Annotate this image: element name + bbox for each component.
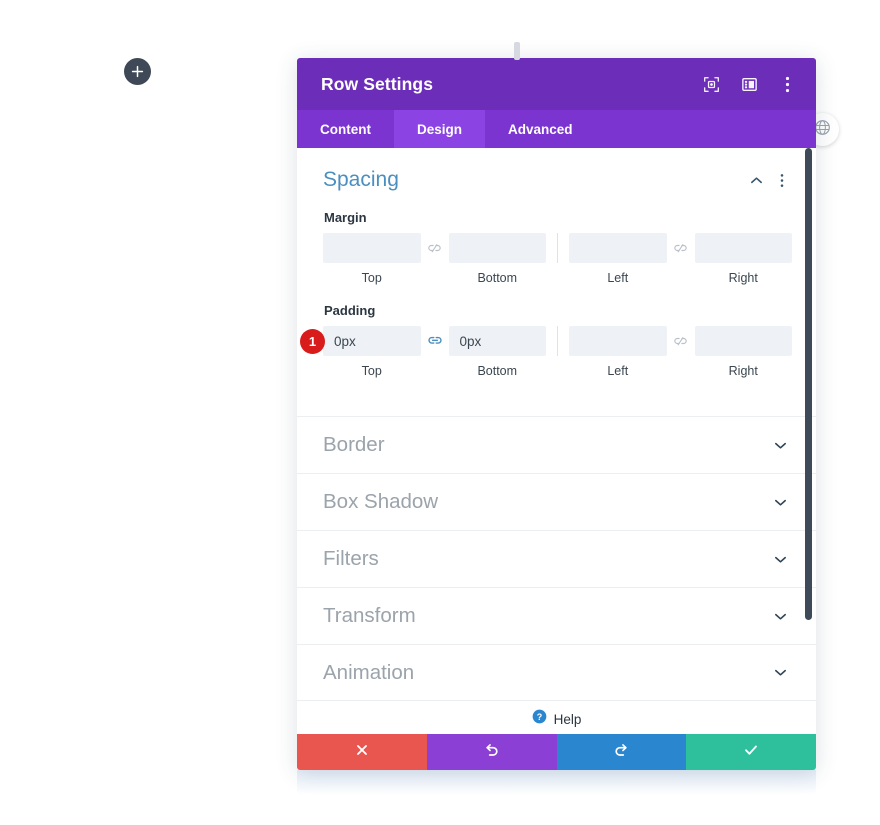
undo-button[interactable] xyxy=(426,734,557,770)
chevron-down-icon[interactable] xyxy=(770,435,790,455)
margin-bottom-cell: Bottom xyxy=(448,233,546,285)
help-label: Help xyxy=(553,711,582,727)
chevron-down-icon[interactable] xyxy=(770,606,790,626)
padding-bottom-cell: Bottom xyxy=(448,326,546,378)
modal-scrollbar-thumb[interactable] xyxy=(805,148,812,620)
chevron-down-icon[interactable] xyxy=(770,549,790,569)
link-broken-icon[interactable] xyxy=(421,233,449,263)
chevron-down-icon[interactable] xyxy=(770,663,790,683)
padding-right-caption: Right xyxy=(728,364,758,378)
section-row-transform[interactable]: Transform xyxy=(297,587,816,644)
margin-field-group: Margin Top Bottom Left Right xyxy=(323,210,792,285)
tab-content[interactable]: Content xyxy=(297,110,394,148)
padding-top-cell: Top xyxy=(323,326,421,378)
chevron-down-icon[interactable] xyxy=(770,492,790,512)
section-row-filters[interactable]: Filters xyxy=(297,530,816,587)
globe-icon xyxy=(814,119,831,141)
cancel-button[interactable] xyxy=(297,734,427,770)
padding-left-cell: Left xyxy=(569,326,667,378)
margin-label: Margin xyxy=(324,210,367,225)
plus-icon xyxy=(131,65,144,78)
link-broken-icon[interactable] xyxy=(667,326,695,356)
tab-design[interactable]: Design xyxy=(394,110,486,148)
padding-top-caption: Top xyxy=(361,364,382,378)
margin-left-input[interactable] xyxy=(569,233,667,263)
padding-right-input[interactable] xyxy=(694,326,792,356)
checkmark-icon xyxy=(743,742,759,763)
redo-button[interactable] xyxy=(556,734,687,770)
link-connected-icon[interactable] xyxy=(421,326,449,356)
section-row-animation[interactable]: Animation xyxy=(297,644,816,701)
margin-vertical-pair: Top Bottom xyxy=(323,233,546,285)
margin-bottom-caption: Bottom xyxy=(477,271,518,285)
section-spacing-header: Spacing xyxy=(323,168,792,192)
more-vertical-icon[interactable] xyxy=(776,73,798,95)
settings-scroll-content: Spacing Margin Top Bottom Left Right Pad… xyxy=(297,148,816,701)
padding-horizontal-pair: Left Right xyxy=(569,326,792,378)
margin-top-input[interactable] xyxy=(323,233,421,263)
padding-row: 1 Top xyxy=(300,326,792,378)
margin-row: Top Bottom Left Right xyxy=(323,233,792,285)
section-transform-title: Transform xyxy=(323,604,416,627)
margin-right-input[interactable] xyxy=(694,233,792,263)
section-spacing: Spacing Margin Top Bottom Left Right Pad… xyxy=(297,148,816,402)
margin-top-cell: Top xyxy=(323,233,421,285)
close-x-icon xyxy=(355,743,369,762)
section-box-shadow-title: Box Shadow xyxy=(323,490,439,513)
margin-divider xyxy=(557,233,558,263)
padding-bottom-caption: Bottom xyxy=(477,364,518,378)
margin-right-caption: Right xyxy=(728,271,758,285)
modal-footer xyxy=(297,734,816,770)
section-border-title: Border xyxy=(323,433,385,456)
help-circle-icon: ? xyxy=(532,709,547,729)
modal-title: Row Settings xyxy=(321,73,434,94)
modal-drag-handle[interactable] xyxy=(514,42,520,60)
modal-tab-bar: Content Design Advanced xyxy=(297,110,816,148)
modal-header-actions xyxy=(700,73,798,95)
padding-top-input[interactable] xyxy=(323,326,421,356)
padding-divider xyxy=(557,326,558,356)
padding-left-input[interactable] xyxy=(569,326,667,356)
row-settings-modal: Row Settings Content Design Advanced Spa… xyxy=(297,58,816,770)
section-row-border[interactable]: Border xyxy=(297,416,816,473)
padding-left-caption: Left xyxy=(607,364,629,378)
margin-top-caption: Top xyxy=(361,271,382,285)
section-animation-title: Animation xyxy=(323,660,415,684)
builder-canvas: Row Settings Content Design Advanced Spa… xyxy=(0,0,880,825)
section-row-box-shadow[interactable]: Box Shadow xyxy=(297,473,816,530)
undo-arrow-icon xyxy=(484,742,500,763)
margin-bottom-input[interactable] xyxy=(448,233,546,263)
modal-header: Row Settings xyxy=(297,58,816,110)
modal-scrollbar-track[interactable] xyxy=(804,148,812,704)
more-vertical-icon[interactable] xyxy=(772,170,792,190)
save-button[interactable] xyxy=(686,734,816,770)
modal-body: Spacing Margin Top Bottom Left Right Pad… xyxy=(297,148,816,704)
page-shadow xyxy=(297,770,816,796)
padding-label: Padding xyxy=(324,303,376,318)
margin-right-cell: Right xyxy=(694,233,792,285)
help-bar[interactable]: ? Help xyxy=(297,704,816,734)
padding-bottom-input[interactable] xyxy=(448,326,546,356)
step-badge-1: 1 xyxy=(300,329,325,354)
margin-left-cell: Left xyxy=(569,233,667,285)
padding-field-group: Padding 1 Top xyxy=(300,303,792,378)
chevron-up-icon[interactable] xyxy=(746,170,766,190)
margin-horizontal-pair: Left Right xyxy=(569,233,792,285)
link-broken-icon[interactable] xyxy=(667,233,695,263)
collapsed-sections-list: Border Box Shadow Filters Transform Anim… xyxy=(297,416,816,701)
section-spacing-title: Spacing xyxy=(323,168,399,191)
padding-vertical-pair: 1 Top xyxy=(300,326,546,378)
margin-left-caption: Left xyxy=(607,271,629,285)
focus-target-icon[interactable] xyxy=(700,73,722,95)
svg-text:?: ? xyxy=(536,712,542,722)
tab-advanced[interactable]: Advanced xyxy=(485,110,596,148)
section-filters-title: Filters xyxy=(323,547,379,570)
padding-right-cell: Right xyxy=(694,326,792,378)
redo-arrow-icon xyxy=(613,742,629,763)
layout-columns-icon[interactable] xyxy=(738,73,760,95)
add-section-button[interactable] xyxy=(124,58,151,85)
